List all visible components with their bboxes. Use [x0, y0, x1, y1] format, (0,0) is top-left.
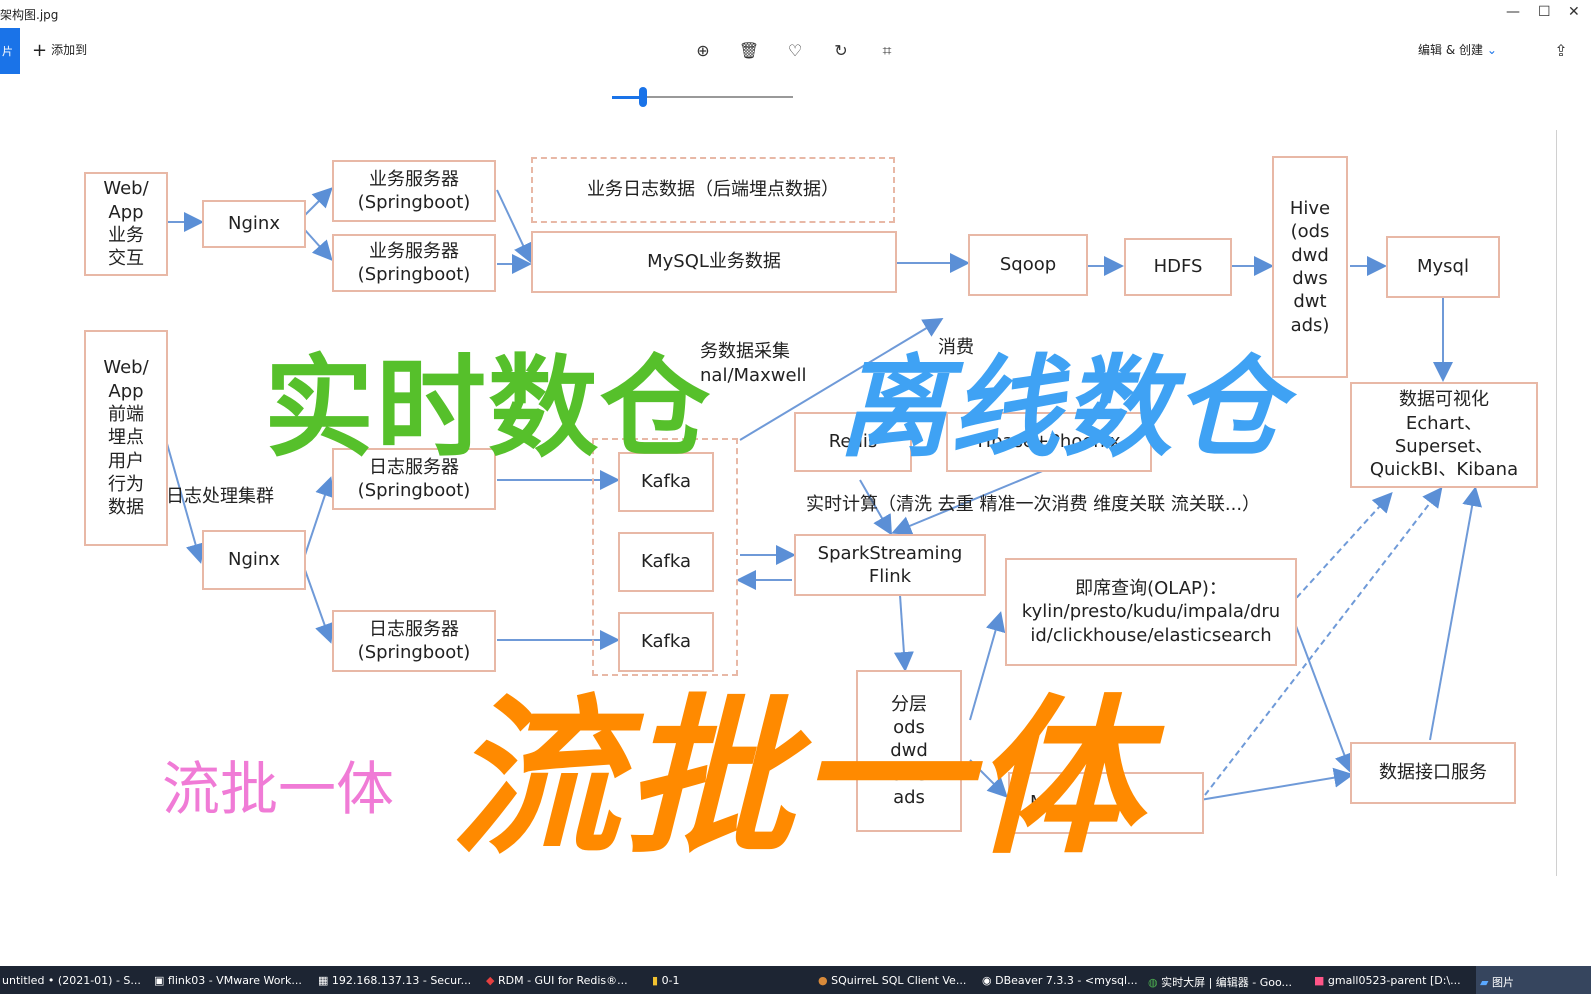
- biz-collect-label: 务数据采集 nal/Maxwell: [700, 341, 807, 387]
- arrow: [304, 569, 335, 644]
- mysql-label: Mysql: [1417, 256, 1469, 278]
- kafka-2-box: Kafka: [618, 532, 714, 592]
- spark-flink-label: SparkStreaming Flink: [817, 542, 963, 587]
- taskbar-item-label: DBeaver 7.3.3 - <mysql...: [995, 974, 1138, 987]
- spark-flink-box: SparkStreaming Flink: [794, 534, 986, 596]
- mysql-biz-label: MySQL业务数据: [647, 251, 781, 273]
- api-service-box: 数据接口服务: [1350, 742, 1516, 804]
- web-app-front-box: Web/ App 前端 埋点 用户 行为 数据: [84, 330, 168, 546]
- chrome-icon: ◍: [1148, 976, 1162, 989]
- terminal-icon: ▦: [318, 974, 332, 987]
- olap-label: 即席查询(OLAP)： kylin/presto/kudu/impala/dru…: [1021, 577, 1281, 646]
- hdfs-label: HDFS: [1153, 256, 1203, 278]
- zoom-icon[interactable]: ⊕: [692, 40, 714, 62]
- idea-icon: ■: [1314, 974, 1328, 987]
- minimize-icon[interactable]: —: [1506, 4, 1520, 20]
- realtime-warehouse-title: 实时数仓: [264, 344, 712, 472]
- offline-warehouse-title: 离线数仓: [838, 344, 1286, 472]
- viz-box: 数据可视化 Echart、 Superset、 QuickBI、Kibana: [1350, 382, 1538, 488]
- window-title: 架构图.jpg: [0, 8, 59, 22]
- vmware-icon: ▣: [154, 974, 168, 987]
- zoom-slider-thumb[interactable]: [638, 87, 647, 107]
- nginx-top-label: Nginx: [228, 213, 280, 235]
- taskbar-item-label: gmall0523-parent [D:\...: [1327, 974, 1461, 987]
- maximize-icon[interactable]: ☐: [1538, 4, 1551, 20]
- arrow: [304, 187, 333, 216]
- squirrel-icon: ●: [818, 974, 832, 987]
- redis-icon: ◆: [486, 974, 498, 987]
- taskbar-item-label: 192.168.137.13 - Secur...: [331, 974, 472, 987]
- taskbar-item[interactable]: untitled • (2021-01) - S...: [2, 974, 141, 987]
- log-cluster-label: 日志处理集群: [166, 486, 274, 507]
- web-app-interact-label: Web/ App 业务 交互: [103, 178, 149, 270]
- taskbar-item[interactable]: ● SQuirreL SQL Client Ve...: [818, 974, 966, 987]
- favorite-icon[interactable]: ♡: [784, 40, 806, 62]
- sqoop-box: Sqoop: [968, 234, 1088, 296]
- crop-icon[interactable]: ⌗: [876, 40, 898, 62]
- edit-create-button[interactable]: 编辑 & 创建 ⌄: [1418, 41, 1497, 58]
- taskbar-item-label: flink03 - VMware Work...: [167, 974, 302, 987]
- photos-tab-label: 片: [2, 45, 13, 58]
- plus-icon: +: [32, 40, 48, 61]
- photos-icon: ▰: [1480, 976, 1492, 989]
- chevron-down-icon: ⌄: [1486, 43, 1497, 57]
- taskbar-item[interactable]: ◆ RDM - GUI for Redis®...: [486, 974, 628, 987]
- biz-server-1-box: 业务服务器 (Springboot): [332, 160, 496, 222]
- web-app-interact-box: Web/ App 业务 交互: [84, 172, 168, 276]
- mysql-box: Mysql: [1386, 236, 1500, 298]
- taskbar-item-label: 图片: [1491, 976, 1514, 989]
- add-to-label: 添加到: [51, 43, 88, 57]
- taskbar-item[interactable]: ▣ flink03 - VMware Work...: [154, 974, 302, 987]
- taskbar-item[interactable]: ■ gmall0523-parent [D:\...: [1314, 974, 1461, 987]
- delete-icon[interactable]: 🗑: [738, 40, 760, 62]
- arrow: [1429, 486, 1483, 741]
- arrow: [1289, 492, 1393, 606]
- taskbar-item[interactable]: ◉ DBeaver 7.3.3 - <mysql...: [982, 974, 1138, 987]
- arrow: [304, 229, 333, 261]
- sqoop-label: Sqoop: [999, 254, 1057, 276]
- close-icon[interactable]: ✕: [1568, 4, 1580, 20]
- taskbar-item[interactable]: ▰ 图片: [1480, 974, 1514, 990]
- taskbar: untitled • (2021-01) - S... ▣ flink03 - …: [0, 966, 1591, 994]
- stream-batch-title: 流批一体: [450, 680, 1147, 878]
- nginx-top-box: Nginx: [202, 200, 306, 248]
- add-to-button[interactable]: + 添加到: [32, 40, 87, 61]
- photos-tab[interactable]: 片: [0, 28, 20, 74]
- share-icon[interactable]: ⇪: [1550, 40, 1572, 62]
- biz-server-2-label: 业务服务器 (Springboot): [357, 240, 471, 285]
- title-bar: 架构图.jpg — ☐ ✕: [0, 0, 1591, 28]
- taskbar-item-label: SQuirreL SQL Client Ve...: [831, 974, 967, 987]
- hive-label: Hive (ods dwd dws dwt ads): [1289, 197, 1331, 336]
- realtime-calc-label: 实时计算（清洗 去重 精准一次消费 维度关联 流关联...）: [806, 494, 1261, 515]
- biz-log-data-box: 业务日志数据（后端埋点数据）: [531, 157, 895, 223]
- nginx-bottom-box: Nginx: [202, 530, 306, 590]
- arrow: [304, 476, 335, 556]
- stream-batch-subtitle: 流批一体: [162, 755, 395, 823]
- web-app-front-label: Web/ App 前端 埋点 用户 行为 数据: [103, 357, 149, 519]
- kafka-2-label: Kafka: [641, 551, 691, 573]
- api-service-label: 数据接口服务: [1379, 762, 1487, 784]
- mysql-biz-box: MySQL业务数据: [531, 231, 897, 293]
- nginx-bottom-label: Nginx: [228, 549, 280, 571]
- toolbar: 片 + 添加到 ⊕ 🗑 ♡ ↻ ⌗ 编辑 & 创建 ⌄ ⇪: [0, 28, 1591, 74]
- hdfs-box: HDFS: [1124, 238, 1232, 296]
- taskbar-item[interactable]: ◍ 实时大屏 | 编辑器 - Goo...: [1148, 974, 1292, 990]
- folder-icon: ▮: [652, 974, 662, 987]
- taskbar-item-label: 实时大屏 | 编辑器 - Goo...: [1161, 976, 1293, 989]
- viz-label: 数据可视化 Echart、 Superset、 QuickBI、Kibana: [1369, 389, 1519, 481]
- rotate-icon[interactable]: ↻: [830, 40, 852, 62]
- image-edge-line: [1556, 130, 1557, 876]
- biz-log-data-label: 业务日志数据（后端埋点数据）: [587, 179, 839, 201]
- taskbar-item-label: RDM - GUI for Redis®...: [497, 974, 628, 987]
- biz-server-1-label: 业务服务器 (Springboot): [357, 168, 471, 213]
- arrow: [1289, 609, 1354, 774]
- arrow: [1199, 767, 1354, 801]
- taskbar-item[interactable]: ▦ 192.168.137.13 - Secur...: [318, 974, 471, 987]
- edit-create-label: 编辑 & 创建: [1418, 43, 1483, 57]
- arrow: [496, 189, 533, 264]
- taskbar-item-label: 0-1: [661, 974, 680, 987]
- dbeaver-icon: ◉: [982, 974, 996, 987]
- biz-server-2-box: 业务服务器 (Springboot): [332, 234, 496, 292]
- taskbar-item[interactable]: ▮ 0-1: [652, 974, 680, 987]
